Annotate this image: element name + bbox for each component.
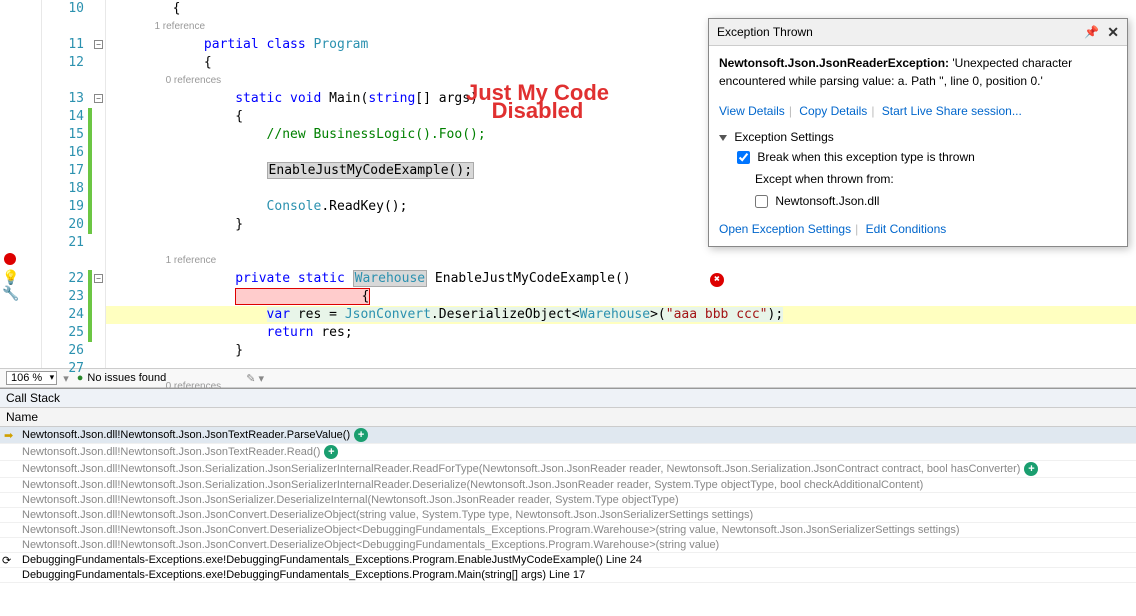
plus-badge-icon[interactable]: + (1024, 462, 1038, 476)
edit-conditions-link[interactable]: Edit Conditions (866, 222, 947, 236)
call-stack-panel: Call Stack Name ➡ Newtonsoft.Json.dll!Ne… (0, 388, 1136, 583)
codelens[interactable]: 1 reference (106, 252, 1136, 270)
exception-settings-header: Exception Settings (734, 130, 833, 144)
code-line[interactable]: { (106, 288, 1136, 306)
outlining-margin[interactable]: − − − (92, 0, 106, 368)
code-line[interactable]: { (106, 0, 1136, 18)
pin-icon[interactable]: 📌 (1084, 23, 1099, 41)
stack-frame[interactable]: DebuggingFundamentals-Exceptions.exe!Deb… (0, 568, 1136, 583)
live-share-link[interactable]: Start Live Share session... (882, 104, 1022, 118)
code-line[interactable]: return res; (106, 324, 1136, 342)
exception-message: Newtonsoft.Json.JsonReaderException: 'Un… (709, 46, 1127, 98)
popup-titlebar: Exception Thrown 📌 ✕ (709, 19, 1127, 46)
break-when-thrown-checkbox[interactable] (737, 151, 750, 164)
stack-frame[interactable]: Newtonsoft.Json.dll!Newtonsoft.Json.Json… (0, 538, 1136, 553)
stack-frame[interactable]: ⟳DebuggingFundamentals-Exceptions.exe!De… (0, 553, 1136, 568)
stack-frame[interactable]: Newtonsoft.Json.dll!Newtonsoft.Json.Seri… (0, 461, 1136, 478)
stack-frame[interactable]: Newtonsoft.Json.dll!Newtonsoft.Json.Json… (0, 444, 1136, 461)
code-line[interactable] (106, 360, 1136, 378)
annotation-text: Just My Code Disabled (466, 84, 609, 120)
plus-badge-icon[interactable]: + (354, 428, 368, 442)
current-frame-icon: ➡ (4, 429, 13, 442)
open-exception-settings-link[interactable]: Open Exception Settings (719, 222, 851, 236)
error-icon[interactable]: ✖ (710, 273, 724, 287)
view-details-link[interactable]: View Details (719, 104, 785, 118)
collapse-icon[interactable] (719, 135, 727, 141)
close-icon[interactable]: ✕ (1107, 23, 1119, 41)
stack-frame[interactable]: Newtonsoft.Json.dll!Newtonsoft.Json.Seri… (0, 478, 1136, 493)
code-line[interactable]: } (106, 342, 1136, 360)
code-editor[interactable]: 💡🔧 101112131415161718192021222324252627 … (0, 0, 1136, 368)
plus-badge-icon[interactable]: + (324, 445, 338, 459)
except-dll-label: Newtonsoft.Json.dll (775, 194, 879, 208)
external-code-icon: ⟳ (2, 554, 11, 567)
fold-toggle[interactable]: − (94, 274, 103, 283)
fold-toggle[interactable]: − (94, 94, 103, 103)
stack-frame[interactable]: Newtonsoft.Json.dll!Newtonsoft.Json.Json… (0, 523, 1136, 538)
line-number-gutter: 101112131415161718192021222324252627 (42, 0, 92, 368)
gutter: 💡🔧 (0, 0, 42, 368)
code-text-area[interactable]: { 1 reference partial class Program { 0 … (106, 0, 1136, 368)
lightbulb-icon[interactable]: 💡🔧 (2, 270, 19, 302)
except-from-label: Except when thrown from: (719, 168, 1117, 190)
stack-frame[interactable]: Newtonsoft.Json.dll!Newtonsoft.Json.Json… (0, 508, 1136, 523)
copy-details-link[interactable]: Copy Details (799, 104, 867, 118)
stack-frame[interactable]: Newtonsoft.Json.dll!Newtonsoft.Json.Json… (0, 493, 1136, 508)
code-line-current[interactable]: var res = JsonConvert.DeserializeObject<… (106, 306, 1136, 324)
popup-title: Exception Thrown (717, 23, 1084, 41)
exception-popup: Exception Thrown 📌 ✕ Newtonsoft.Json.Jso… (708, 18, 1128, 247)
codelens[interactable]: 0 references (106, 378, 1136, 396)
breakpoint-icon[interactable] (4, 253, 16, 265)
code-line[interactable]: private static Warehouse EnableJustMyCod… (106, 270, 1136, 288)
fold-toggle[interactable]: − (94, 40, 103, 49)
call-stack-header[interactable]: Name (0, 408, 1136, 427)
stack-frame-current[interactable]: ➡ Newtonsoft.Json.dll!Newtonsoft.Json.Js… (0, 427, 1136, 444)
zoom-dropdown[interactable]: 106 % (6, 371, 57, 385)
except-dll-checkbox[interactable] (755, 195, 768, 208)
break-when-label: Break when this exception type is thrown (757, 150, 974, 164)
